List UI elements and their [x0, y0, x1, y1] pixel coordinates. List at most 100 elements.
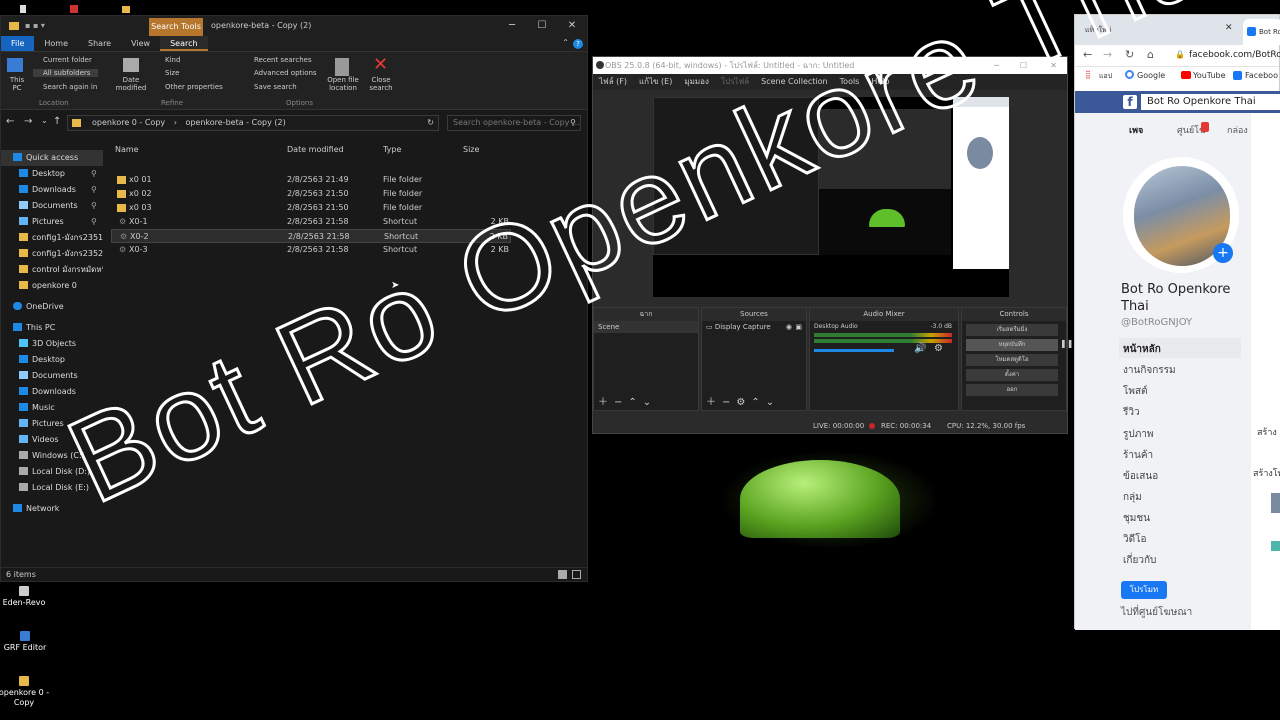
file-row-selected[interactable]: ⚙ X0-2 2/8/2563 21:58 Shortcut 2 KB	[111, 229, 511, 243]
file-row[interactable]: x0 03 2/8/2563 21:50 File folder	[111, 201, 511, 215]
url-bar[interactable]: facebook.com/BotRo	[1189, 50, 1280, 60]
nav-item[interactable]: Documents	[1, 368, 103, 384]
start-streaming-button[interactable]: เริ่มสตรีมมิ่ง	[966, 324, 1058, 336]
quick-access-toolbar[interactable]: ▪ ▪ ▾	[25, 21, 65, 31]
bookmark-google[interactable]: Google	[1137, 71, 1165, 80]
promote-button[interactable]: โปรโมท	[1121, 581, 1167, 599]
breadcrumb-2[interactable]: openkore-beta - Copy (2)	[185, 118, 285, 127]
nav-item[interactable]: control มังกรหมัดหนึ่ง23	[1, 262, 103, 278]
this-pc-button[interactable]: This PC	[7, 76, 27, 92]
column-header-type[interactable]: Type	[383, 142, 401, 158]
eye-icon[interactable]: ◉	[786, 323, 792, 331]
bookmark-facebook[interactable]: Faceboo	[1245, 71, 1278, 80]
details-view-icon[interactable]	[558, 570, 567, 579]
minimize-button[interactable]: ─	[497, 16, 527, 36]
menu-help[interactable]: Help	[871, 74, 889, 90]
obs-preview[interactable]	[653, 97, 1009, 297]
back-arrow-icon[interactable]: ←	[1083, 48, 1092, 61]
column-header-name[interactable]: Name	[115, 142, 139, 158]
nav-item[interactable]: Downloads	[1, 384, 103, 400]
tab-home[interactable]: Home	[34, 36, 78, 51]
search-box[interactable]: Search openkore-beta - Copy ... ⚲	[447, 115, 581, 131]
nav-item[interactable]: 3D Objects	[1, 336, 103, 352]
current-folder-button[interactable]: Current folder	[43, 56, 92, 64]
forward-arrow-icon[interactable]: →	[24, 116, 32, 127]
studio-mode-button[interactable]: โหมดสตูดิโอ	[966, 354, 1058, 366]
all-subfolders-button[interactable]: All subfolders	[33, 69, 99, 77]
nav-item[interactable]: Desktop ⚲	[1, 166, 103, 182]
close-button[interactable]: ✕	[557, 16, 587, 36]
search-again-button[interactable]: Search again in	[43, 83, 97, 91]
nav-quick-access[interactable]: Quick access	[1, 150, 103, 166]
tab-file[interactable]: File	[1, 36, 35, 51]
nav-onedrive[interactable]: OneDrive	[1, 299, 103, 315]
nav-item[interactable]: Videos	[1, 432, 103, 448]
help-icon[interactable]: ?	[573, 39, 583, 49]
reload-icon[interactable]: ↻	[1125, 48, 1134, 61]
maximize-button[interactable]: ☐	[1020, 57, 1027, 74]
recent-searches-button[interactable]: Recent searches	[254, 56, 312, 64]
exit-button[interactable]: ออก	[966, 384, 1058, 396]
lock-icon[interactable]: ▣	[795, 323, 802, 331]
tab-share[interactable]: Share	[78, 36, 121, 51]
minimize-button[interactable]: ─	[994, 57, 999, 74]
stop-recording-button[interactable]: หยุดบันทึก	[966, 339, 1058, 351]
fb-nav-reviews[interactable]: รีวิว	[1123, 405, 1140, 420]
close-search-button[interactable]: Close search	[369, 76, 393, 92]
fb-tab-page[interactable]: เพจ	[1129, 123, 1143, 137]
nav-item[interactable]: config1-มังกร2352	[1, 246, 103, 262]
fb-nav-about[interactable]: เกี่ยวกับ	[1123, 553, 1156, 568]
menu-file[interactable]: ไฟล์ (F)	[599, 74, 627, 90]
nav-item[interactable]: openkore 0	[1, 278, 103, 294]
nav-item[interactable]: Documents ⚲	[1, 198, 103, 214]
up-arrow-icon[interactable]: ↑	[53, 116, 61, 127]
scene-item[interactable]: Scene	[594, 321, 698, 333]
menu-scene-collection[interactable]: Scene Collection	[761, 74, 828, 90]
home-icon[interactable]: ⌂	[1147, 48, 1154, 61]
nav-network[interactable]: Network	[1, 501, 103, 517]
breadcrumb-1[interactable]: openkore 0 - Copy	[92, 118, 165, 127]
nav-item[interactable]: Pictures	[1, 416, 103, 432]
fb-nav-photos[interactable]: รูปภาพ	[1123, 427, 1154, 442]
menu-tools[interactable]: Tools	[840, 74, 860, 90]
nav-item[interactable]: Windows (C:)	[1, 448, 103, 464]
file-row[interactable]: ⚙ X0-3 2/8/2563 21:58 Shortcut 2 KB	[111, 243, 511, 257]
menu-profile[interactable]: โปรไฟล์	[721, 74, 749, 90]
browser-tab-new[interactable]: แท็บใหม่	[1085, 25, 1111, 36]
desktop-icon-eden-revo[interactable]: Eden-Revo	[0, 586, 52, 608]
save-search-button[interactable]: Save search	[254, 83, 297, 91]
facebook-search-input[interactable]: Bot Ro Openkore Thai	[1141, 94, 1280, 110]
volume-slider[interactable]	[814, 349, 894, 352]
column-header-size[interactable]: Size	[463, 142, 479, 158]
fb-nav-events[interactable]: งานกิจกรรม	[1123, 363, 1176, 378]
tab-search[interactable]: Search	[160, 36, 208, 51]
fb-tab-inbox[interactable]: กล่อง	[1227, 123, 1248, 137]
fb-nav-community[interactable]: ชุมชน	[1123, 511, 1150, 526]
back-arrow-icon[interactable]: ←	[6, 116, 14, 127]
nav-this-pc[interactable]: This PC	[1, 320, 103, 336]
fb-nav-posts[interactable]: โพสต์	[1123, 384, 1148, 399]
nav-item[interactable]: config1-มังกร2351	[1, 230, 103, 246]
tab-close-icon[interactable]: ✕	[1225, 23, 1233, 33]
nav-item[interactable]: Desktop	[1, 352, 103, 368]
other-properties-button[interactable]: Other properties	[165, 83, 223, 91]
tab-view[interactable]: View	[121, 36, 160, 51]
speaker-icon[interactable]: 🔊	[914, 343, 926, 354]
facebook-logo-icon[interactable]: f	[1123, 95, 1137, 109]
search-icon[interactable]: ⚲	[570, 116, 576, 130]
desktop-icon-grf-editor[interactable]: GRF Editor	[0, 631, 53, 653]
fb-nav-videos[interactable]: วิดีโอ	[1123, 532, 1147, 547]
maximize-button[interactable]: ☐	[527, 16, 557, 36]
fb-nav-shop[interactable]: ร้านค้า	[1123, 448, 1153, 463]
nav-item[interactable]: Downloads ⚲	[1, 182, 103, 198]
settings-button[interactable]: ตั้งค่า	[966, 369, 1058, 381]
bookmark-youtube[interactable]: YouTube	[1193, 71, 1226, 80]
nav-item[interactable]: Local Disk (D:)	[1, 464, 103, 480]
large-icons-view-icon[interactable]	[572, 570, 581, 579]
pause-icon[interactable]: ❚❚	[1060, 339, 1073, 348]
nav-item[interactable]: Pictures ⚲	[1, 214, 103, 230]
gear-icon[interactable]: ⚙	[934, 343, 943, 354]
kind-button[interactable]: Kind	[165, 56, 180, 64]
refresh-icon[interactable]: ↻	[427, 116, 434, 130]
size-button[interactable]: Size	[165, 69, 179, 77]
